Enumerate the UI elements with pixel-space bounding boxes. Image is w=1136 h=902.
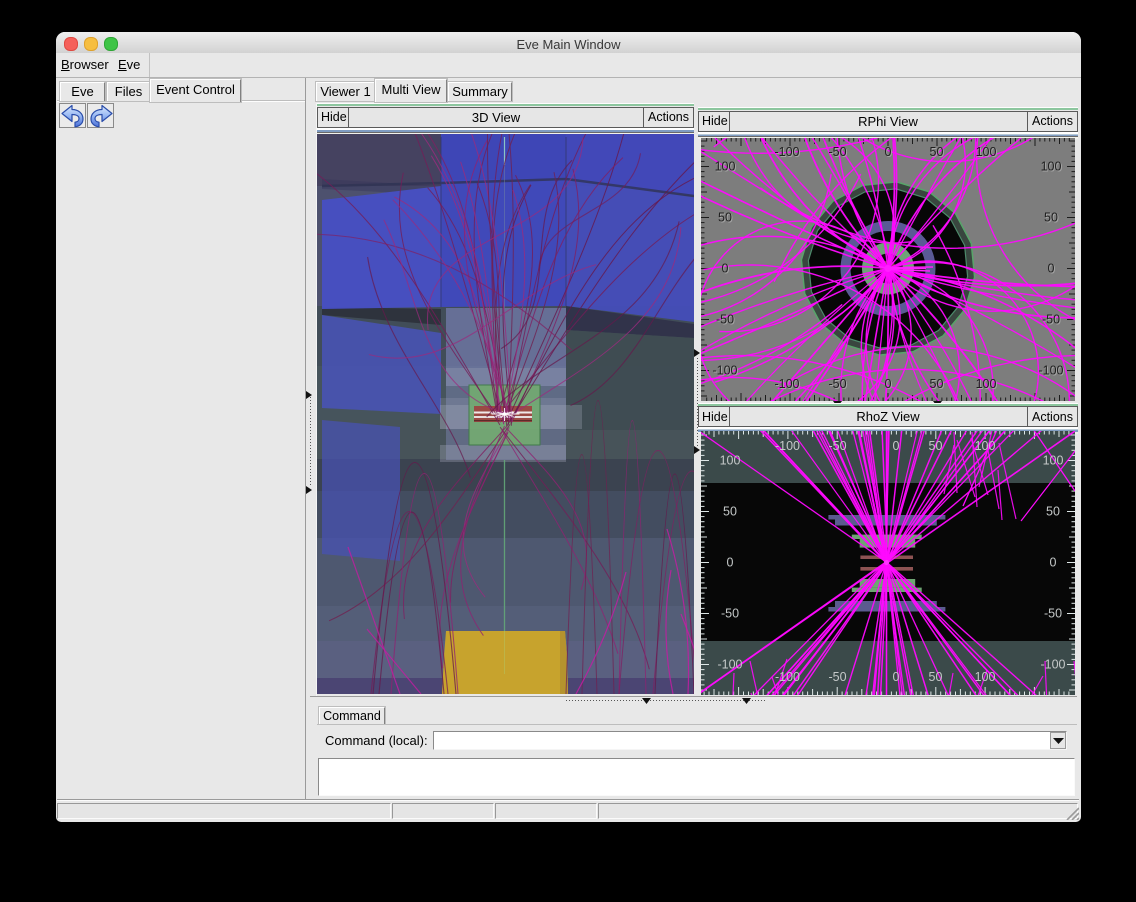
svg-text:50: 50: [930, 145, 944, 159]
svg-text:0: 0: [885, 145, 892, 159]
svg-text:-50: -50: [828, 145, 846, 159]
svg-text:-50: -50: [721, 607, 739, 621]
svg-text:100: 100: [976, 145, 997, 159]
svg-text:100: 100: [1041, 160, 1062, 174]
svg-text:100: 100: [715, 160, 736, 174]
svg-text:-50: -50: [716, 313, 734, 327]
svg-text:0: 0: [1048, 262, 1055, 276]
svg-text:-100: -100: [712, 364, 737, 378]
svg-text:0: 0: [1050, 556, 1057, 570]
svg-text:50: 50: [718, 211, 732, 225]
svg-text:-50: -50: [1042, 313, 1060, 327]
svg-text:-50: -50: [1044, 607, 1062, 621]
svg-text:0: 0: [885, 377, 892, 391]
svg-text:-100: -100: [775, 439, 800, 453]
svg-text:50: 50: [1046, 505, 1060, 519]
svg-text:-50: -50: [828, 377, 846, 391]
svg-text:50: 50: [723, 505, 737, 519]
svg-text:50: 50: [930, 377, 944, 391]
svg-text:0: 0: [893, 439, 900, 453]
svg-text:0: 0: [893, 670, 900, 684]
svg-text:100: 100: [720, 454, 741, 468]
svg-text:0: 0: [727, 556, 734, 570]
svg-text:-100: -100: [1038, 364, 1063, 378]
svg-text:0: 0: [722, 262, 729, 276]
svg-text:100: 100: [976, 377, 997, 391]
svg-text:100: 100: [1043, 454, 1064, 468]
svg-text:50: 50: [929, 439, 943, 453]
svg-text:50: 50: [929, 670, 943, 684]
svg-text:100: 100: [975, 670, 996, 684]
svg-text:-50: -50: [828, 439, 846, 453]
svg-text:100: 100: [975, 439, 996, 453]
svg-text:-100: -100: [1040, 658, 1065, 672]
svg-text:-100: -100: [775, 670, 800, 684]
svg-text:-100: -100: [774, 377, 799, 391]
svg-text:-100: -100: [774, 145, 799, 159]
svg-text:50: 50: [1044, 211, 1058, 225]
svg-text:-100: -100: [717, 658, 742, 672]
svg-text:-50: -50: [828, 670, 846, 684]
